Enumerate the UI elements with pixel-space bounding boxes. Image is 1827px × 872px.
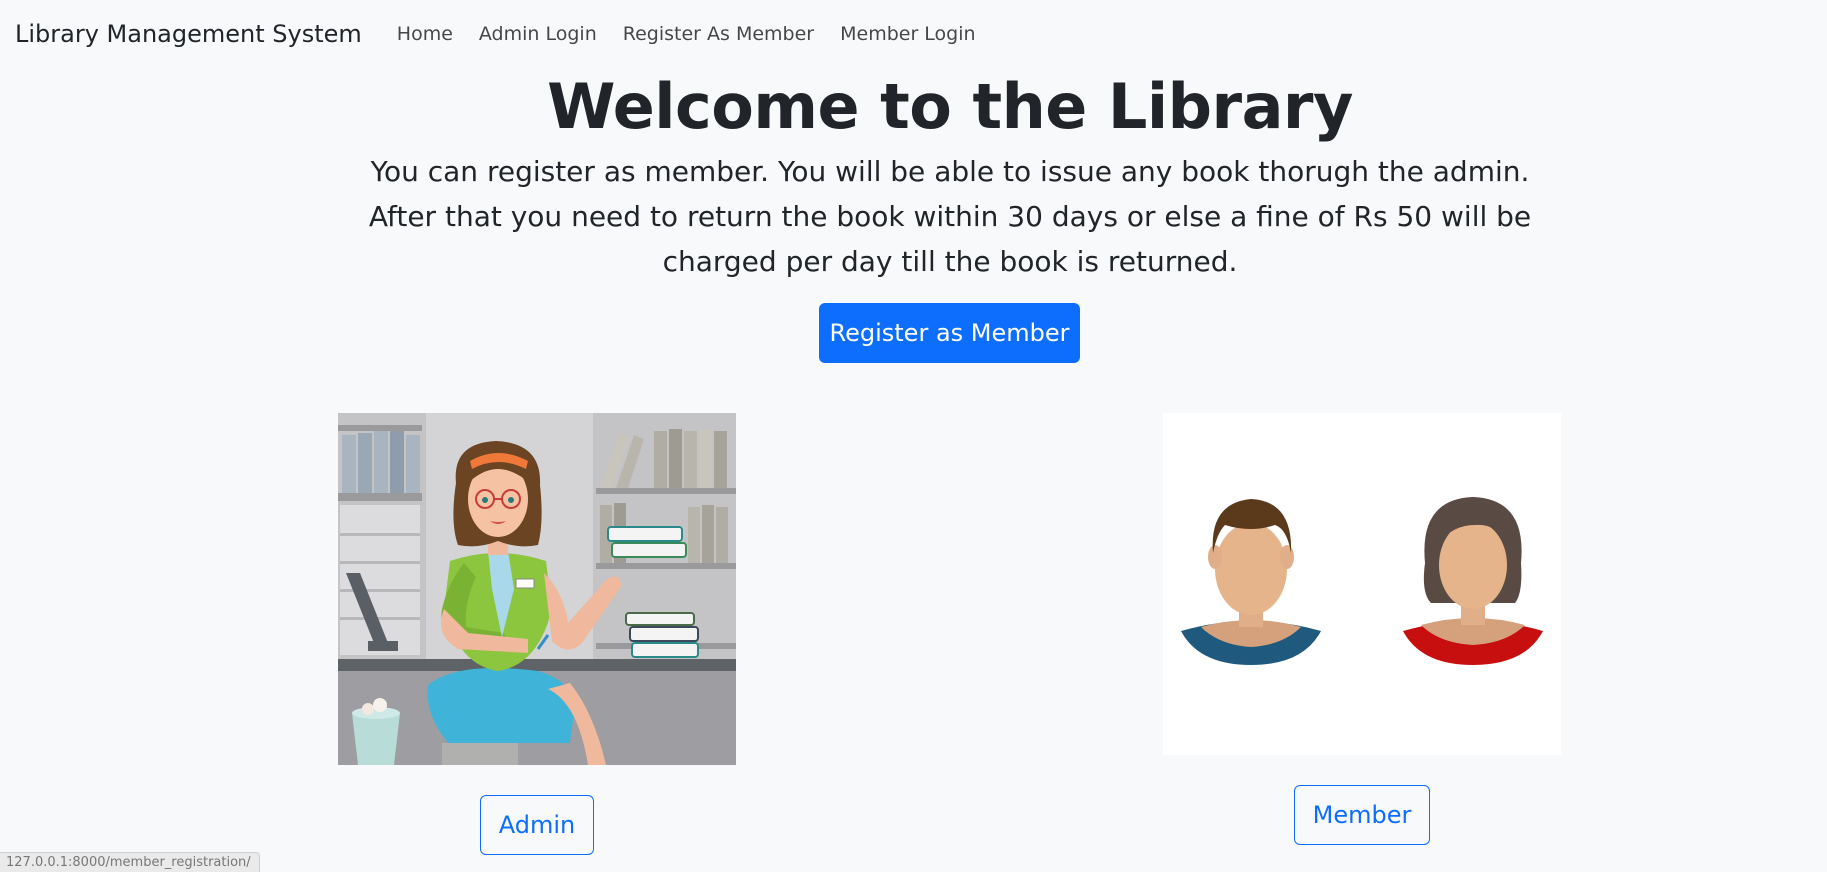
page-title: Welcome to the Library: [547, 70, 1353, 143]
nav-link-home[interactable]: Home: [397, 23, 453, 45]
member-avatars-illustration: [1163, 413, 1561, 755]
navbar-brand[interactable]: Library Management System: [15, 20, 362, 48]
register-as-member-button[interactable]: Register as Member: [819, 303, 1080, 363]
status-bar-url: 127.0.0.1:8000/member_registration/: [0, 852, 260, 872]
member-button[interactable]: Member: [1294, 785, 1430, 845]
admin-button[interactable]: Admin: [480, 795, 594, 855]
nav-link-member-login[interactable]: Member Login: [840, 23, 975, 45]
navbar: Library Management System Home Admin Log…: [0, 0, 1827, 68]
admin-illustration: [338, 413, 736, 765]
hero-description: You can register as member. You will be …: [368, 155, 1532, 278]
nav-link-register-as-member[interactable]: Register As Member: [623, 23, 814, 45]
nav-link-admin-login[interactable]: Admin Login: [479, 23, 597, 45]
